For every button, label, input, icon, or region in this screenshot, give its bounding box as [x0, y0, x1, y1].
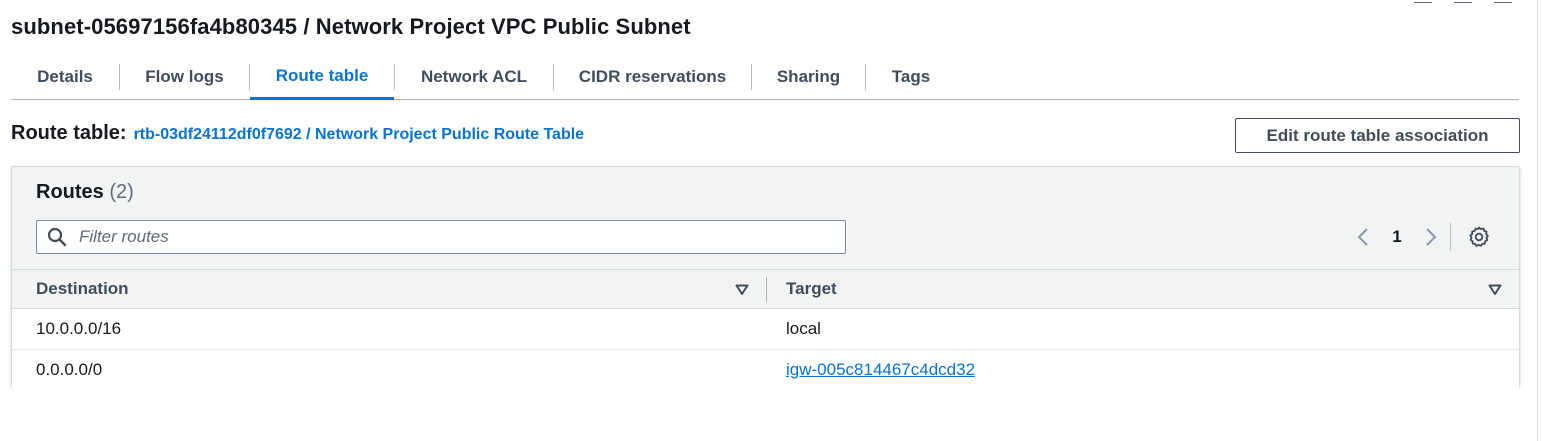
destination-cell: 0.0.0.0/0 [36, 360, 103, 379]
routes-header: Routes (2) [36, 181, 134, 204]
caret-down-icon[interactable] [735, 283, 749, 301]
route-table-heading: Route table: rtb-03df24112df0f7692 / Net… [11, 122, 584, 145]
tab-list: Details Flow logs Route table Network AC… [11, 54, 1519, 100]
maximize-icon[interactable] [1454, 0, 1472, 3]
tab-details[interactable]: Details [11, 54, 119, 99]
target-link[interactable]: igw-005c814467c4dcd32 [786, 350, 975, 390]
route-table-link[interactable]: rtb-03df24112df0f7692 / Network Project … [134, 126, 585, 144]
gear-icon[interactable] [1468, 226, 1490, 253]
destination-cell: 10.0.0.0/16 [36, 319, 122, 338]
pagination-separator [1450, 223, 1451, 251]
table-header: Destination Target [12, 269, 1519, 309]
chevron-left-icon[interactable] [1352, 225, 1374, 249]
tab-flow-logs[interactable]: Flow logs [120, 54, 249, 99]
caret-down-icon[interactable] [1488, 283, 1502, 301]
route-table-label: Route table: [11, 122, 127, 144]
tab-network-acl[interactable]: Network ACL [395, 54, 553, 99]
tab-cidr-reservations[interactable]: CIDR reservations [554, 54, 751, 99]
column-resizer[interactable] [766, 277, 767, 302]
routes-title: Routes [36, 181, 104, 203]
filter-routes-field[interactable] [36, 220, 846, 254]
tab-tags[interactable]: Tags [866, 54, 956, 99]
page-number[interactable]: 1 [1374, 227, 1420, 247]
minimize-icon[interactable] [1414, 0, 1432, 3]
edit-route-table-association-button[interactable]: Edit route table association [1235, 118, 1520, 153]
search-icon [47, 227, 67, 247]
window-controls [1414, 0, 1512, 3]
table-row: 10.0.0.0/16 local [12, 309, 1519, 350]
routes-count: (2) [109, 181, 134, 203]
column-header-target[interactable]: Target [786, 270, 837, 308]
tab-route-table[interactable]: Route table [250, 54, 394, 100]
subnet-details-page: subnet-05697156fa4b80345 / Network Proje… [0, 0, 1542, 441]
routes-table: Destination Target 10.0.0.0/16 local 0.0… [12, 269, 1519, 389]
pagination: 1 [1352, 225, 1442, 249]
split-panel-divider[interactable] [1537, 0, 1538, 441]
close-icon[interactable] [1494, 0, 1512, 3]
target-cell: local [786, 319, 821, 338]
column-header-destination[interactable]: Destination [36, 270, 129, 308]
tab-sharing[interactable]: Sharing [752, 54, 865, 99]
page-title: subnet-05697156fa4b80345 / Network Proje… [11, 14, 691, 39]
filter-routes-input[interactable] [77, 226, 801, 248]
chevron-right-icon[interactable] [1420, 225, 1442, 249]
table-row: 0.0.0.0/0 igw-005c814467c4dcd32 [12, 350, 1519, 389]
routes-container: Routes (2) 1 [11, 166, 1520, 389]
